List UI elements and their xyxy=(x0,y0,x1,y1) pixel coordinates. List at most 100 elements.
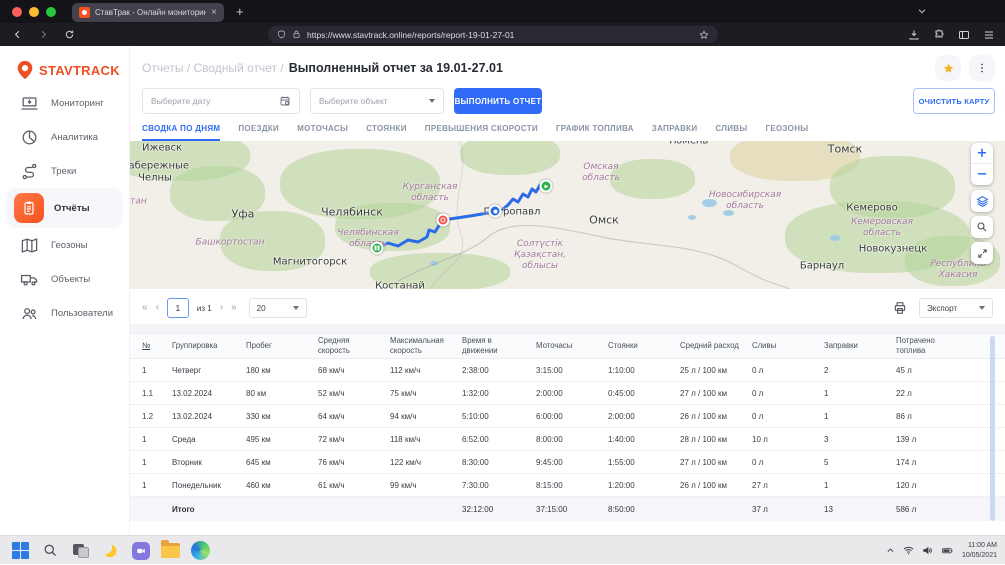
route-start-marker[interactable] xyxy=(540,180,553,193)
tab-engine-hours[interactable]: МОТОЧАСЫ xyxy=(297,124,348,141)
column-header[interactable]: Стоянки xyxy=(608,341,680,351)
map-region-label: Курганская область xyxy=(403,182,458,204)
favorite-star-button[interactable] xyxy=(935,55,961,81)
minimize-window-button[interactable] xyxy=(29,7,39,17)
column-header[interactable]: Пробег xyxy=(246,341,318,351)
prev-page-button[interactable]: ‹ xyxy=(156,303,159,313)
column-header[interactable]: Заправки xyxy=(824,341,896,351)
cell: 586 л xyxy=(896,505,993,514)
cell: 139 л xyxy=(896,435,993,444)
breadcrumb[interactable]: Отчеты / Сводный отчет / xyxy=(142,61,284,75)
sidebar-item-tracks[interactable]: Треки xyxy=(0,154,129,188)
reload-icon[interactable] xyxy=(64,29,75,40)
column-header[interactable]: Сливы xyxy=(752,341,824,351)
menu-icon[interactable] xyxy=(983,29,995,41)
column-header[interactable]: Максимальная скорость xyxy=(390,336,462,356)
extension-icon[interactable] xyxy=(933,29,945,41)
tab-fuel-graph[interactable]: ГРАФИК ТОПЛИВА xyxy=(556,124,634,141)
start-button[interactable] xyxy=(10,540,31,561)
taskbar-search-icon[interactable] xyxy=(40,540,61,561)
route-map[interactable]: Ижевск Набережные Челны Уфа Челябинск Ма… xyxy=(130,141,1005,289)
table-scrollbar[interactable] xyxy=(990,336,995,521)
tab-speeding[interactable]: ПРЕВЫШЕНИЯ СКОРОСТИ xyxy=(425,124,538,141)
zoom-out-button[interactable]: − xyxy=(971,164,993,185)
url-bar[interactable]: https://www.stavtrack.online/reports/rep… xyxy=(268,26,718,43)
back-icon[interactable] xyxy=(12,29,23,40)
tab-refuels[interactable]: ЗАПРАВКИ xyxy=(652,124,698,141)
taskbar-clock[interactable]: 11:00 AM 10/05/2021 xyxy=(962,541,997,561)
downloads-icon[interactable] xyxy=(908,29,920,41)
edge-browser-icon[interactable] xyxy=(190,540,211,561)
tab-stops[interactable]: СТОЯНКИ xyxy=(366,124,407,141)
route-stop-marker[interactable] xyxy=(489,205,502,218)
sidebar-toggle-icon[interactable] xyxy=(958,29,970,41)
file-explorer-icon[interactable] xyxy=(160,540,181,561)
app-logo[interactable]: STAVTRACK xyxy=(14,58,120,82)
cell: 2:00:00 xyxy=(536,389,608,398)
url-text[interactable]: https://www.stavtrack.online/reports/rep… xyxy=(307,30,693,40)
run-report-button[interactable]: ВЫПОЛНИТЬ ОТЧЕТ xyxy=(454,88,542,114)
map-search-button[interactable] xyxy=(971,216,993,238)
column-header[interactable]: Время в движении xyxy=(462,336,536,356)
tray-chevron-icon[interactable] xyxy=(886,546,895,555)
sidebar-item-monitoring[interactable]: Мониторинг xyxy=(0,86,129,120)
moon-app-icon[interactable] xyxy=(100,540,121,561)
table-row[interactable]: 1.213.02.2024330 км64 км/ч94 км/ч5:10:00… xyxy=(130,405,1005,428)
kebab-menu-button[interactable] xyxy=(969,55,995,81)
table-row[interactable]: 1Вторник645 км76 км/ч122 км/ч8:30:009:45… xyxy=(130,451,1005,474)
date-picker-input[interactable]: Выберите дату xyxy=(142,88,300,114)
table-row[interactable]: 1Четверг180 км68 км/ч112 км/ч2:38:003:15… xyxy=(130,359,1005,382)
tab-daily-summary[interactable]: СВОДКА ПО ДНЯМ xyxy=(142,124,220,141)
clear-map-button[interactable]: ОЧИСТИТЬ КАРТУ xyxy=(913,88,995,114)
column-header[interactable]: Средний расход xyxy=(680,341,752,351)
print-button[interactable] xyxy=(893,301,907,315)
browser-tab[interactable]: СтавТрак - Онлайн мониторин × xyxy=(72,3,224,22)
sidebar-item-objects[interactable]: Объекты xyxy=(0,262,129,296)
lock-icon[interactable] xyxy=(292,30,301,39)
cell: 27 л xyxy=(752,481,824,490)
sidebar-item-reports[interactable]: Отчёты xyxy=(6,188,123,228)
sidebar-item-users[interactable]: Пользователи xyxy=(0,296,129,330)
tab-drains[interactable]: СЛИВЫ xyxy=(715,124,747,141)
tab-geozones[interactable]: ГЕОЗОНЫ xyxy=(765,124,808,141)
tracking-shield-icon[interactable] xyxy=(277,30,286,39)
chevron-down-icon[interactable] xyxy=(917,6,927,16)
table-row[interactable]: 1Понедельник460 км61 км/ч99 км/ч7:30:008… xyxy=(130,474,1005,497)
object-select[interactable]: Выберите объект xyxy=(310,88,444,114)
sidebar-item-geozones[interactable]: Геозоны xyxy=(0,228,129,262)
chat-app-icon[interactable] xyxy=(130,540,151,561)
task-view-icon[interactable] xyxy=(70,540,91,561)
export-select[interactable]: Экспорт xyxy=(919,298,993,318)
map-region-label: Омская область xyxy=(582,162,620,184)
zoom-in-button[interactable]: + xyxy=(971,143,993,164)
sidebar-item-analytics[interactable]: Аналитика xyxy=(0,120,129,154)
map-fullscreen-button[interactable] xyxy=(971,242,993,264)
new-tab-button[interactable]: + xyxy=(236,5,244,18)
page-size-select[interactable]: 20 xyxy=(249,298,307,318)
forward-icon[interactable] xyxy=(38,29,49,40)
volume-icon[interactable] xyxy=(922,545,933,556)
wifi-icon[interactable] xyxy=(903,545,914,556)
close-window-button[interactable] xyxy=(12,7,22,17)
window-controls[interactable] xyxy=(0,7,72,17)
column-header[interactable]: Средняя скорость xyxy=(318,336,390,356)
table-row[interactable]: 1Среда495 км72 км/ч118 км/ч6:52:008:00:0… xyxy=(130,428,1005,451)
last-page-button[interactable]: » xyxy=(231,303,237,313)
maximize-window-button[interactable] xyxy=(46,7,56,17)
route-pause-marker[interactable] xyxy=(371,242,384,255)
column-header[interactable]: Группировка xyxy=(172,341,246,351)
route-event-marker[interactable] xyxy=(437,214,450,227)
tab-trips[interactable]: ПОЕЗДКИ xyxy=(238,124,279,141)
first-page-button[interactable]: « xyxy=(142,303,148,313)
battery-icon[interactable] xyxy=(941,545,954,556)
column-header[interactable]: Потрачено топлива xyxy=(896,336,993,356)
column-header[interactable]: № xyxy=(142,341,172,351)
tab-close-icon[interactable]: × xyxy=(211,8,217,18)
next-page-button[interactable]: › xyxy=(220,303,223,313)
column-header[interactable]: Моточасы xyxy=(536,341,608,351)
page-number-input[interactable]: 1 xyxy=(167,298,189,318)
table-row[interactable]: 1.113.02.202480 км52 км/ч75 км/ч1:32:002… xyxy=(130,382,1005,405)
bookmark-star-icon[interactable] xyxy=(699,30,709,40)
map-layers-button[interactable] xyxy=(971,190,993,212)
map-region-label: Новосибирская область xyxy=(709,190,781,212)
